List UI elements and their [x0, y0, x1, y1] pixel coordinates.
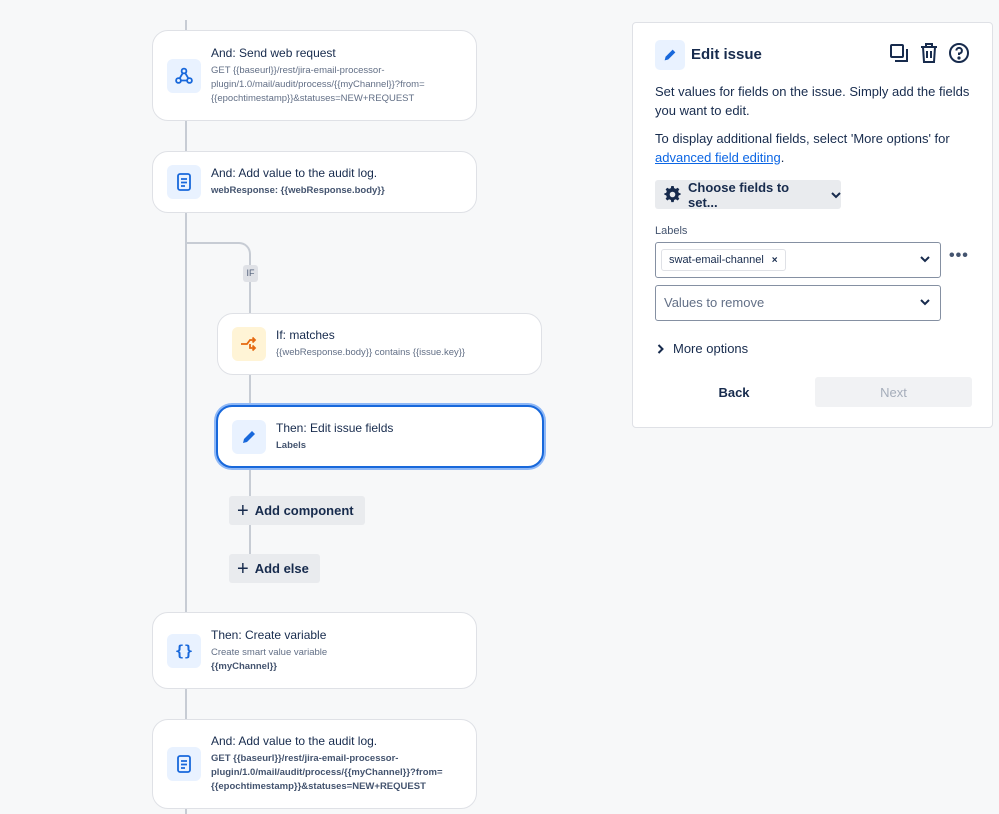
flow-line	[185, 689, 187, 719]
card-detail-value: {{myChannel}}	[211, 660, 277, 672]
edit-issue-panel: Edit issue Set values for fields on the …	[632, 22, 993, 428]
flow-line	[249, 282, 251, 313]
card-title: If: matches	[276, 328, 335, 342]
next-button[interactable]: Next	[815, 377, 972, 407]
card-detail: GET {{baseurl}}/rest/jira-email-processo…	[211, 753, 443, 792]
more-options-label: More options	[673, 341, 749, 356]
add-else-button[interactable]: + Add else	[229, 554, 320, 583]
plus-icon: +	[237, 499, 249, 522]
labels-select[interactable]: swat-email-channel ×	[655, 242, 941, 278]
values-to-remove-select[interactable]: Values to remove	[655, 285, 941, 321]
period: .	[780, 150, 785, 165]
add-component-label: Add component	[254, 503, 354, 518]
labels-field-label: Labels	[655, 225, 688, 237]
values-to-remove-placeholder: Values to remove	[664, 295, 765, 310]
document-icon	[167, 747, 201, 781]
card-title: Then: Edit issue fields	[276, 420, 394, 435]
label-chip-text: swat-email-channel	[669, 254, 764, 266]
card-detail: Labels	[276, 439, 307, 451]
card-title: And: Add value to the audit log.	[211, 734, 378, 748]
trash-icon[interactable]	[918, 41, 940, 65]
back-button[interactable]: Back	[701, 377, 767, 407]
choose-fields-label: Choose fields to set...	[688, 179, 790, 210]
chevron-down-icon	[920, 298, 930, 306]
flow-line	[185, 213, 187, 613]
flow-line	[185, 809, 187, 814]
plus-icon: +	[237, 557, 249, 580]
chevron-right-icon	[657, 343, 664, 354]
audit-log-card[interactable]: And: Add value to the audit log. webResp…	[152, 151, 477, 213]
add-else-label: Add else	[254, 561, 309, 576]
audit-log-card[interactable]: And: Add value to the audit log. GET {{b…	[152, 719, 477, 809]
duplicate-icon[interactable]	[888, 41, 910, 65]
pencil-icon	[232, 419, 266, 454]
flow-line	[185, 20, 187, 30]
card-title: Then: Create variable	[211, 627, 327, 642]
if-tag: IF	[243, 265, 258, 282]
flow-line	[185, 121, 187, 151]
flow-line	[249, 375, 251, 404]
branch-icon	[232, 327, 266, 361]
panel-title: Edit issue	[691, 46, 762, 63]
more-actions-icon[interactable]: •••	[949, 247, 969, 265]
card-title: And: Send web request	[211, 45, 336, 60]
chip-remove-icon[interactable]: ×	[772, 255, 778, 266]
gear-icon	[664, 186, 681, 203]
card-detail: GET {{baseurl}}/rest/jira-email-processo…	[211, 64, 425, 104]
edit-issue-fields-card[interactable]: Then: Edit issue fields Labels	[216, 405, 544, 468]
card-detail: webResponse: {{webResponse.body}}	[211, 185, 385, 196]
braces-icon: {}	[167, 633, 201, 668]
if-matches-card[interactable]: If: matches {{webResponse.body}} contain…	[217, 313, 542, 375]
more-fields-text: To display additional fields, select 'Mo…	[655, 131, 950, 146]
create-variable-card[interactable]: {} Then: Create variable Create smart va…	[152, 612, 477, 689]
document-icon	[167, 165, 201, 199]
help-icon[interactable]	[948, 41, 970, 65]
choose-fields-button[interactable]: Choose fields to set...	[655, 179, 841, 210]
more-options-toggle[interactable]: More options	[657, 341, 748, 356]
webhook-icon	[167, 58, 201, 93]
chevron-down-icon	[831, 191, 841, 199]
label-chip: swat-email-channel ×	[661, 249, 786, 271]
card-detail: {{webResponse.body}} contains {{issue.ke…	[276, 347, 466, 358]
add-component-button[interactable]: + Add component	[229, 496, 365, 525]
if-branch-line	[185, 242, 251, 272]
advanced-field-editing-link[interactable]: advanced field editing	[655, 150, 781, 165]
panel-description: Set values for fields on the issue. Simp…	[655, 84, 970, 118]
pencil-icon	[655, 40, 685, 70]
chevron-down-icon	[920, 255, 930, 263]
card-title: And: Add value to the audit log.	[211, 166, 378, 180]
card-detail: Create smart value variable	[211, 646, 328, 658]
send-web-request-card[interactable]: And: Send web request GET {{baseurl}}/re…	[152, 30, 477, 121]
